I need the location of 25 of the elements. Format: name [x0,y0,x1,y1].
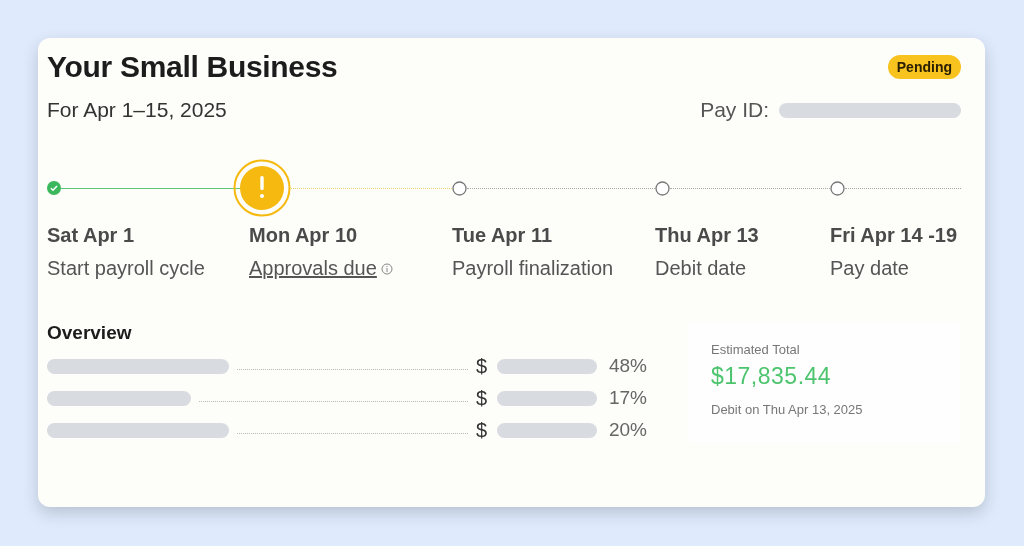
info-icon[interactable] [380,262,393,275]
step-label: Start payroll cycle [47,257,205,280]
status-badge: Pending [887,55,961,79]
percent-value: 48% [607,355,647,377]
step-date: Mon Apr 10 [249,224,359,247]
currency-sign: $ [475,354,487,378]
business-title: Your Small Business [47,50,338,84]
currency-sign: $ [475,418,487,442]
step-label: Debit date [655,257,747,280]
step-label: Pay date [830,257,909,280]
percent-value: 17% [607,387,647,409]
step-date: Sat Apr 1 [47,224,136,247]
step-link[interactable]: Approvals due [249,257,377,280]
pay-id-label: Pay ID: [700,98,769,122]
percent-value: 20% [607,419,647,441]
step-label: Payroll finalization [452,257,614,280]
step-date: Fri Apr 14 -19 [830,224,959,247]
currency-sign: $ [475,386,487,410]
estimate-amount: $17,835.44 [711,363,833,390]
estimate-label: Estimated Total [711,342,801,357]
step-date: Thu Apr 13 [655,224,760,247]
pay-period: For Apr 1–15, 2025 [47,98,227,122]
step-date: Tue Apr 11 [452,224,554,247]
debit-note: Debit on Thu Apr 13, 2025 [711,402,864,417]
overview-title: Overview [47,322,133,344]
